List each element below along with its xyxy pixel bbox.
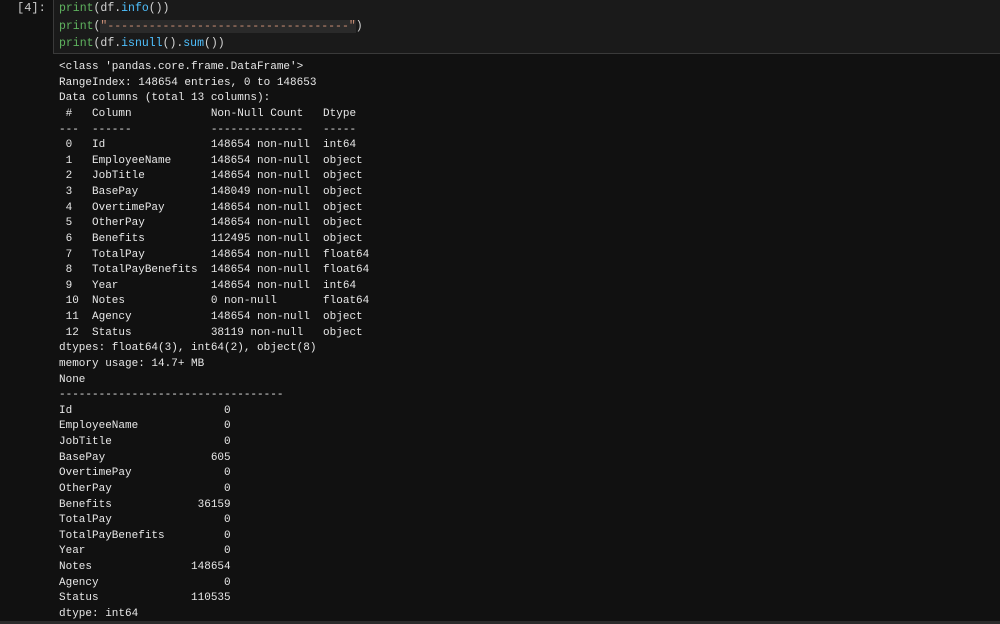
output-line: <class 'pandas.core.frame.DataFrame'> (59, 61, 304, 73)
cell-execution-count: [4]: (17, 1, 46, 15)
code-token: print (59, 2, 94, 15)
output-line: ---------------------------------- (59, 389, 284, 402)
code-token: sum (183, 37, 204, 50)
output-line: --- ------ -------------- ----- (59, 123, 370, 136)
output-line: 1 EmployeeName 148654 non-null object (59, 154, 370, 167)
code-line-3: print(df.isnull().sum()) (59, 35, 363, 53)
output-line: Benefits 36159 (59, 498, 231, 511)
code-cell-editor[interactable]: print(df.info()) print("-----------------… (53, 0, 1000, 54)
code-token: info (121, 2, 149, 15)
output-line: 5 OtherPay 148654 non-null object (59, 217, 370, 230)
output-line: OtherPay 0 (59, 482, 231, 495)
output-line: Id 0 (59, 404, 231, 417)
output-line: Notes 148654 (59, 561, 231, 573)
output-line: BasePay 605 (59, 451, 231, 464)
output-line: 9 Year 148654 non-null int64 (59, 279, 370, 292)
output-line: # Column Non-Null Count Dtype (59, 107, 370, 120)
cell-output: <class 'pandas.core.frame.DataFrame'> Ran… (59, 60, 369, 623)
code-line-2: print("---------------------------------… (59, 18, 363, 36)
code-token: print (59, 19, 94, 33)
output-line: 2 JobTitle 148654 non-null object (59, 170, 370, 183)
output-line: None (59, 373, 86, 386)
output-line: Agency 0 (59, 576, 231, 589)
output-line: 6 Benefits 112495 non-null object (59, 232, 370, 245)
output-line: TotalPay 0 (59, 514, 231, 527)
code-token: isnull (121, 37, 163, 50)
code-token: print (59, 37, 94, 50)
code-token: df. (100, 2, 122, 15)
code-token: ) (355, 19, 363, 33)
code-token: ()) (148, 2, 170, 15)
output-line: 3 BasePay 148049 non-null object (59, 186, 370, 198)
output-line: Status 110535 (59, 592, 231, 605)
code-token: df. (100, 37, 122, 50)
output-line: 12 Status 38119 non-null object (59, 326, 370, 339)
output-line: 11 Agency 148654 non-null object (59, 311, 370, 323)
output-line: memory usage: 14.7+ MB (59, 357, 205, 370)
code-line-1: print(df.info()) (59, 0, 363, 18)
code-content[interactable]: print(df.info()) print("-----------------… (59, 0, 363, 53)
output-line: JobTitle 0 (59, 436, 231, 448)
output-line: Year 0 (59, 545, 231, 558)
output-line: 10 Notes 0 non-null float64 (59, 295, 370, 308)
output-line: 4 OvertimePay 148654 non-null object (59, 201, 370, 214)
code-token: "-----------------------------------" (100, 19, 356, 33)
output-line: 8 TotalPayBenefits 148654 non-null float… (59, 264, 370, 277)
output-line: Data columns (total 13 columns): (59, 92, 271, 105)
output-line: TotalPayBenefits 0 (59, 529, 231, 542)
output-line: OvertimePay 0 (59, 467, 231, 480)
code-token: (). (162, 37, 184, 50)
output-line: EmployeeName 0 (59, 420, 231, 433)
output-line: RangeIndex: 148654 entries, 0 to 148653 (59, 76, 317, 89)
code-token: ()) (204, 37, 225, 50)
output-line: 7 TotalPay 148654 non-null float64 (59, 248, 370, 261)
output-line: 0 Id 148654 non-null int64 (59, 139, 370, 152)
output-line: dtypes: float64(3), int64(2), object(8) (59, 342, 317, 355)
